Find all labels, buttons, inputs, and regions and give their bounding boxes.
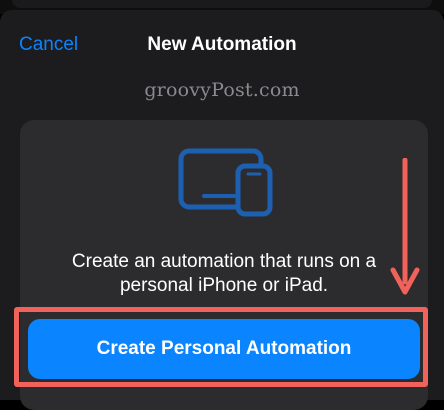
ipad-iphone-devices-icon (178, 148, 273, 217)
create-personal-automation-button[interactable]: Create Personal Automation (28, 319, 420, 379)
card-description-line-1: Create an automation that runs on a (71, 251, 377, 272)
card-description-line-2: personal iPhone or iPad. (119, 275, 329, 296)
navigation-bar: Cancel New Automation (0, 10, 444, 80)
down-arrow-icon (390, 158, 420, 295)
page-title: New Automation (147, 34, 297, 55)
watermark: groovyPost.com (144, 79, 300, 101)
background-sheet-shadow (12, 0, 432, 8)
